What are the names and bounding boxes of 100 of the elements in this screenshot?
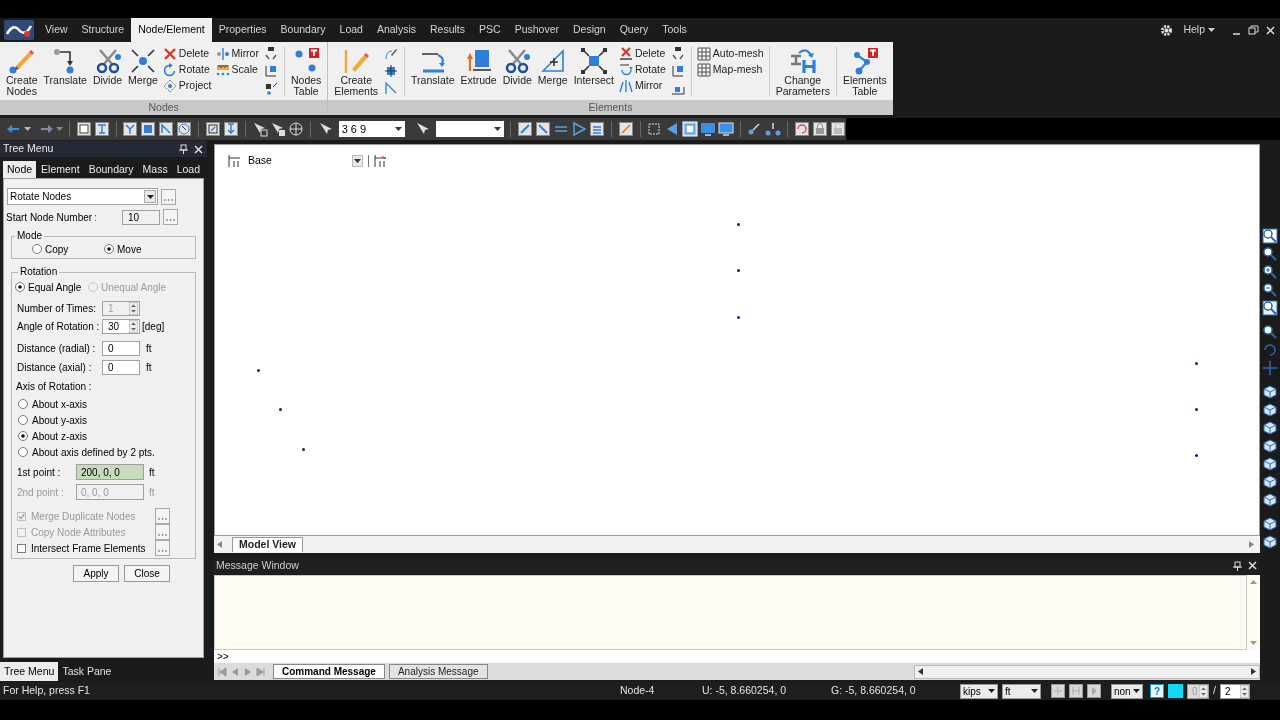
ribbon-button[interactable]: Merge	[125, 42, 161, 98]
option-label[interactable]: Move	[117, 241, 142, 257]
square-frame-icon[interactable]	[75, 121, 92, 137]
ribbon-small-button[interactable]: Scale	[215, 62, 259, 78]
ribbon-small-button[interactable]: Project	[162, 78, 212, 94]
menu-tab[interactable]: View	[38, 18, 75, 42]
radio-button[interactable]	[32, 244, 42, 254]
i-beam-icon[interactable]	[93, 121, 110, 137]
menu-tab[interactable]: Boundary	[273, 18, 333, 42]
refresh-icon[interactable]	[793, 121, 810, 137]
play-icon[interactable]	[571, 121, 587, 137]
dialog-button[interactable]: Apply	[73, 565, 119, 582]
square-slash-icon[interactable]	[205, 121, 222, 137]
level-dropdown[interactable]: Base	[246, 153, 363, 168]
block-lines-icon[interactable]	[670, 47, 685, 61]
app-logo-icon[interactable]	[4, 20, 34, 40]
help-menu[interactable]: Help	[1183, 22, 1215, 38]
scrollbar[interactable]	[1247, 575, 1260, 650]
close-icon[interactable]	[1265, 24, 1276, 36]
option-label[interactable]: Equal Angle	[28, 279, 82, 295]
zoom-out-icon[interactable]	[1262, 282, 1278, 298]
start-node-field[interactable]: 10	[122, 209, 160, 225]
cube-icon[interactable]	[1262, 384, 1278, 400]
cube-icon[interactable]	[1262, 456, 1278, 472]
monitor-icon[interactable]	[718, 121, 735, 137]
corner-square-icon[interactable]	[263, 64, 278, 78]
lock-icon[interactable]	[811, 121, 828, 137]
menu-tab[interactable]: PSC	[472, 18, 508, 42]
element-select-icon[interactable]	[517, 121, 533, 137]
function-dropdown[interactable]: Rotate Nodes	[7, 188, 158, 205]
ribbon-button[interactable]: Nodes Table	[287, 42, 325, 98]
cube-icon[interactable]	[1262, 420, 1278, 436]
spin-arrows-icon[interactable]	[129, 319, 138, 333]
settings-icon[interactable]	[1160, 23, 1174, 37]
radio-button[interactable]	[18, 447, 28, 457]
ribbon-small-button[interactable]: Delete	[162, 46, 212, 62]
menu-tab[interactable]: Properties	[211, 18, 274, 42]
scrollbar[interactable]	[914, 664, 1260, 679]
cube-icon[interactable]	[1262, 474, 1278, 490]
point-field[interactable]: 200, 0, 0	[76, 464, 144, 480]
window-icon[interactable]	[682, 121, 699, 137]
color-swatch-icon[interactable]	[1168, 684, 1183, 698]
option-label[interactable]: Copy	[45, 241, 69, 257]
ribbon-button[interactable]: Translate	[40, 42, 90, 98]
view-tab[interactable]: Model View	[232, 537, 303, 552]
option-label[interactable]: About axis defined by 2 pts.	[32, 444, 155, 460]
zoom-in-icon[interactable]	[1262, 264, 1278, 280]
panel-tab[interactable]: Mass	[138, 161, 172, 178]
ribbon-button[interactable]: Translate	[408, 42, 458, 98]
lines-icon[interactable]	[589, 121, 605, 137]
ribbon-button[interactable]: Merge	[534, 42, 571, 98]
menu-tab[interactable]: Node/Element	[131, 18, 212, 42]
pointer-box-icon[interactable]	[269, 121, 286, 137]
zoom-window-icon[interactable]	[1262, 228, 1278, 244]
block-lines-icon[interactable]	[263, 47, 278, 61]
ribbon-button[interactable]: Change Parameters	[772, 42, 833, 98]
unit-dropdown[interactable]: kips	[960, 683, 998, 699]
unit-dropdown[interactable]: ft	[1002, 683, 1041, 699]
frame-icon[interactable]	[646, 121, 663, 137]
ribbon-button[interactable]: Intersect	[570, 42, 617, 98]
ribbon-small-button[interactable]: Map-mesh	[696, 62, 764, 78]
panel-tab[interactable]: Node	[3, 161, 37, 178]
ribbon-small-button[interactable]: Delete	[618, 46, 666, 62]
panel-tab[interactable]: Task Pane	[58, 662, 116, 681]
cube-icon[interactable]	[1262, 402, 1278, 418]
cube-icon[interactable]	[1262, 438, 1278, 454]
ribbon-small-button[interactable]: Mirror	[215, 46, 259, 62]
selection-field[interactable]: 3 6 9	[338, 121, 406, 137]
help-button[interactable]: ?	[1150, 684, 1164, 698]
menu-tab[interactable]: Tools	[655, 18, 694, 42]
zoom-fit-icon[interactable]	[1262, 300, 1278, 316]
input-field[interactable]: 0	[102, 359, 140, 375]
ribbon-button[interactable]: Divide	[89, 42, 126, 98]
message-tab[interactable]: Command Message	[273, 664, 385, 679]
scroll-left-icon[interactable]	[918, 668, 923, 675]
ribbon-small-button[interactable]: Rotate	[162, 62, 212, 78]
menu-tab[interactable]: Results	[423, 18, 473, 42]
polygon-select-icon[interactable]	[158, 121, 175, 137]
panel-tab[interactable]: Boundary	[84, 161, 138, 178]
input-field[interactable]: 0	[102, 340, 140, 356]
cross-icon[interactable]	[1262, 360, 1278, 376]
cube-icon[interactable]	[1262, 534, 1278, 550]
cube-icon[interactable]	[1262, 516, 1278, 532]
filter-dropdown[interactable]: non	[1111, 683, 1143, 699]
diagonal-line-icon[interactable]	[384, 81, 399, 95]
circle-slash-icon[interactable]	[176, 121, 193, 137]
crosshair-circle-icon[interactable]	[287, 121, 304, 137]
radio-button[interactable]	[18, 399, 28, 409]
square-slash-icon[interactable]	[617, 121, 634, 137]
option-label[interactable]: About z-axis	[32, 428, 88, 444]
ribbon-button[interactable]: Create Elements	[331, 42, 382, 98]
filter-dropdown[interactable]	[435, 121, 505, 137]
element-select-icon[interactable]	[535, 121, 551, 137]
node-link-icon[interactable]	[765, 121, 782, 137]
level-edit-icon[interactable]	[374, 154, 387, 167]
checkbox[interactable]	[17, 543, 26, 553]
ribbon-button[interactable]: Divide	[499, 42, 535, 98]
radio-button[interactable]	[15, 282, 25, 292]
ribbon-button[interactable]: Elements Table	[839, 42, 890, 98]
spin-arrows-icon[interactable]	[1239, 684, 1249, 698]
